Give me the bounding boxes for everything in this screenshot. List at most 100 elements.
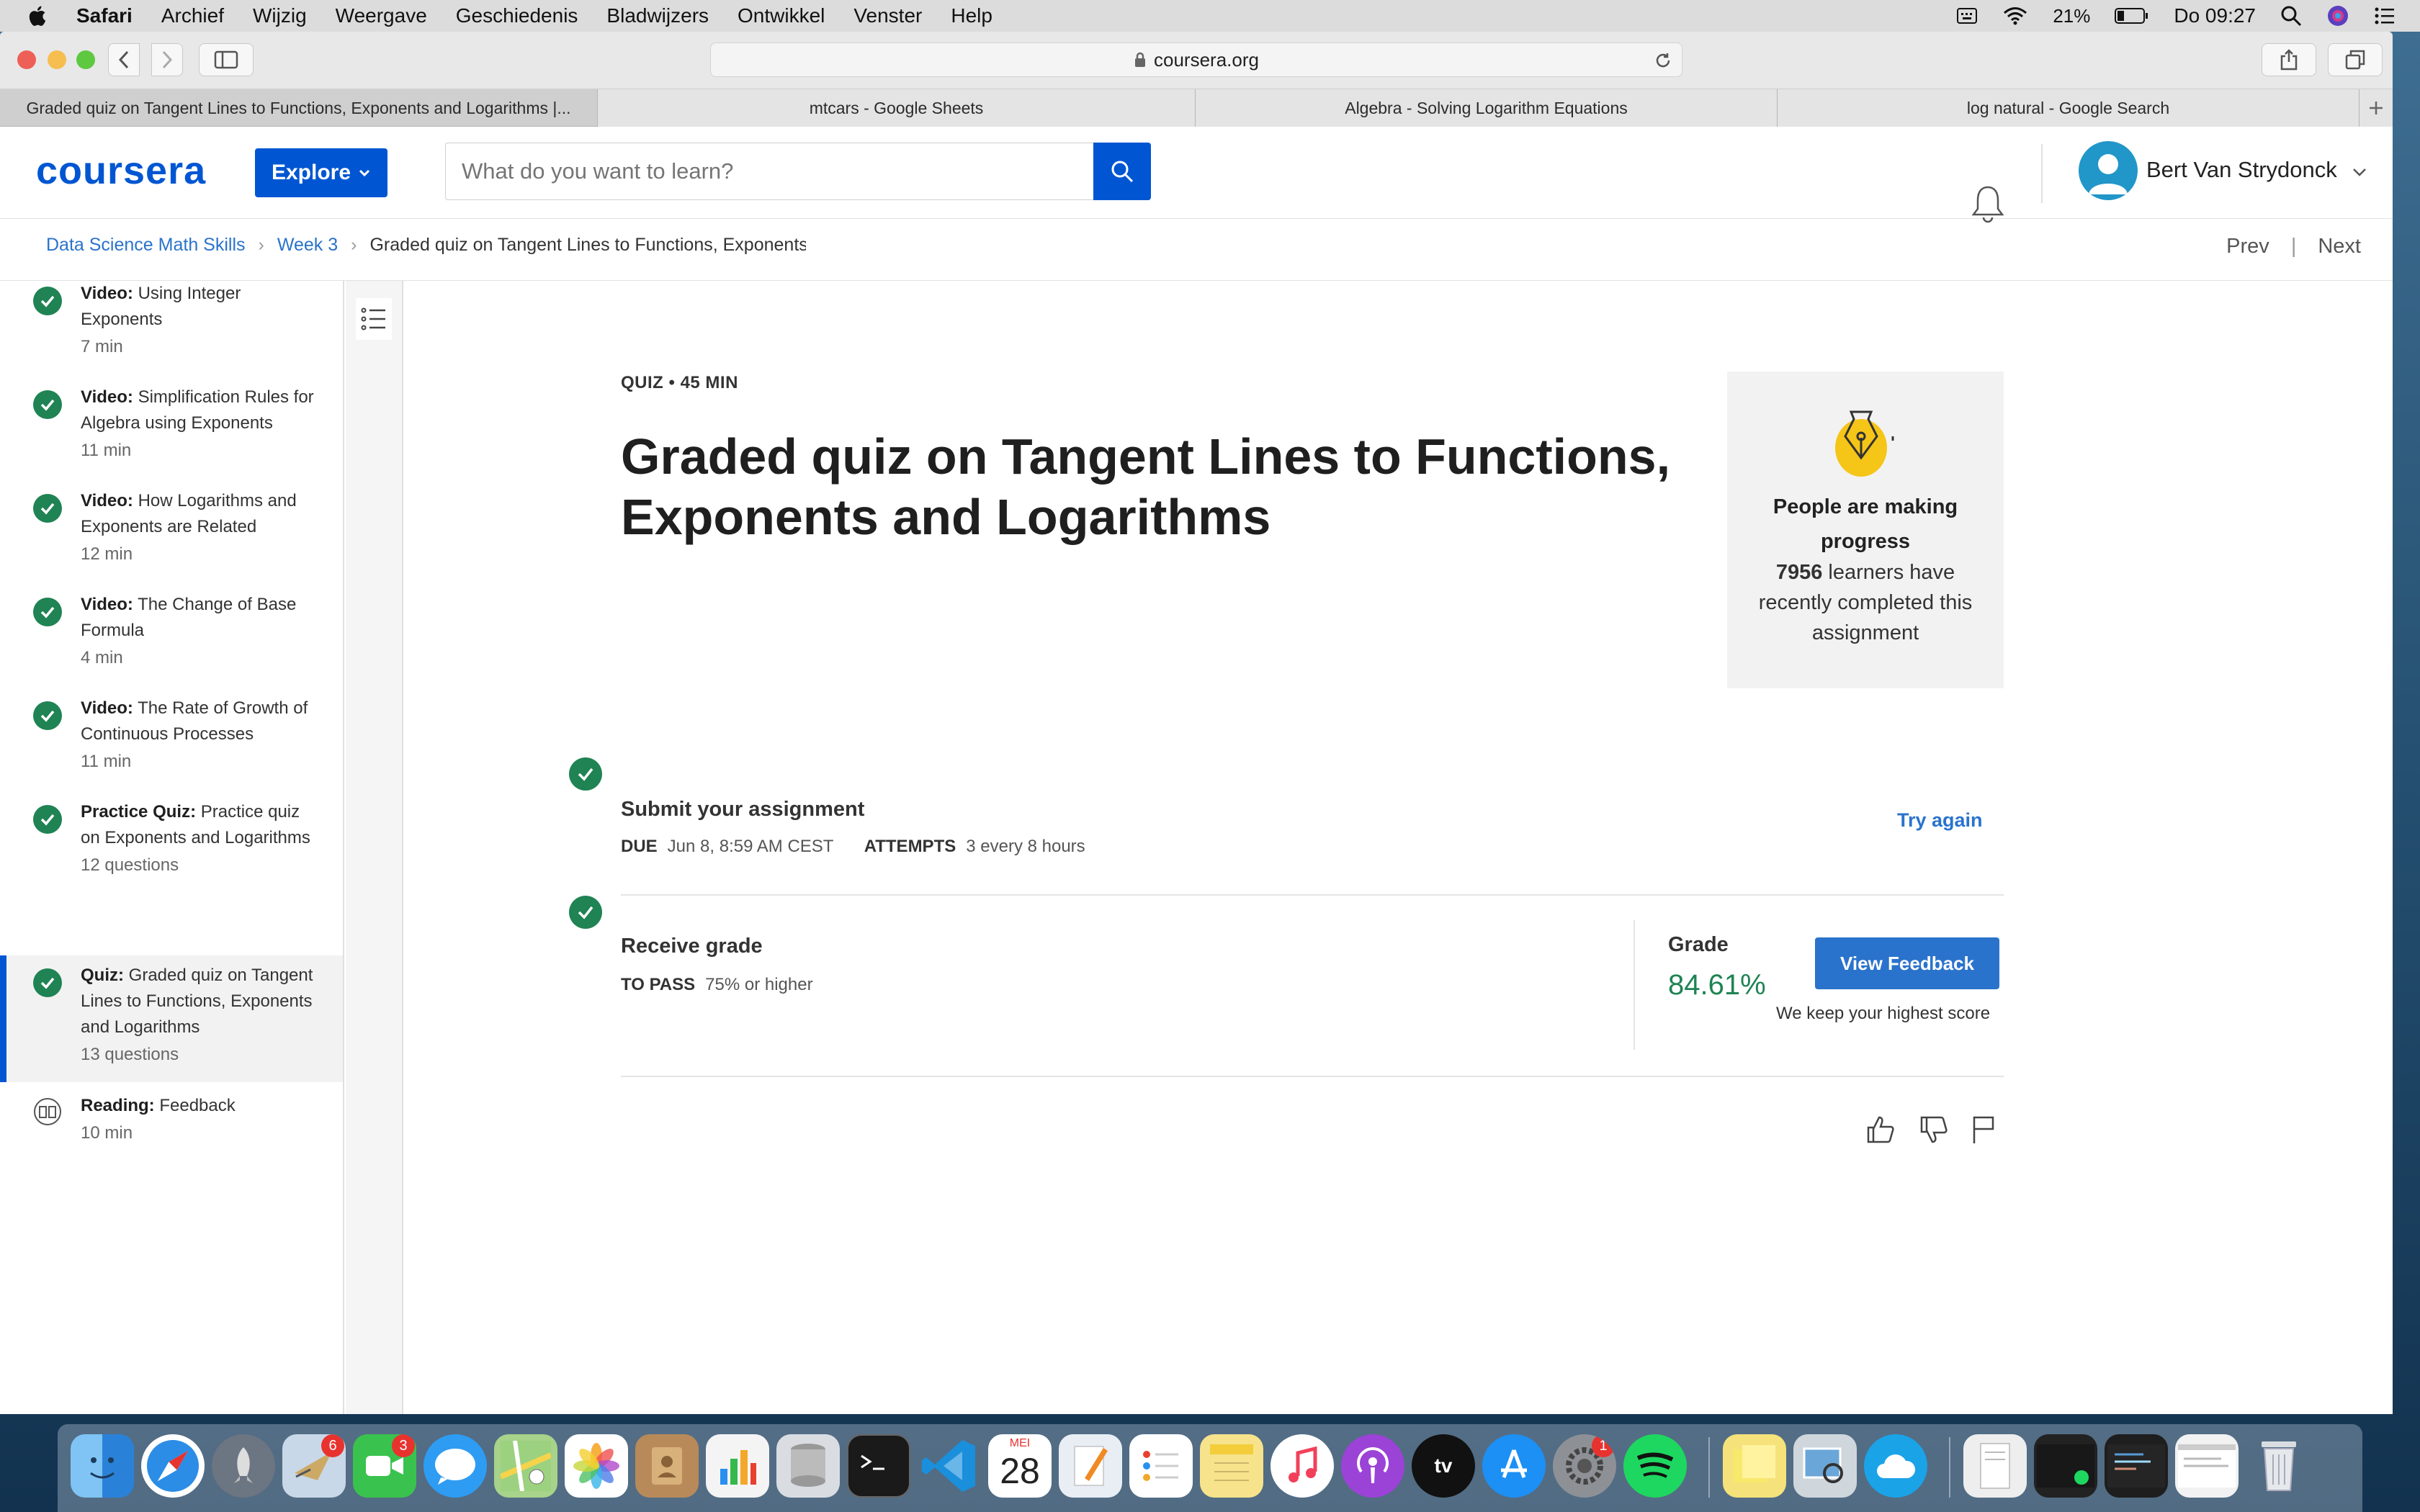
breadcrumb-separator-icon: ›	[258, 235, 264, 255]
coursera-logo[interactable]: coursera	[36, 148, 206, 193]
menu-archief[interactable]: Archief	[161, 4, 224, 27]
numbers-icon[interactable]	[706, 1434, 769, 1498]
wifi-icon[interactable]	[2002, 6, 2028, 26]
prev-link[interactable]: Prev	[2226, 235, 2269, 258]
try-again-button[interactable]: Try again	[1897, 809, 1983, 832]
finder-icon[interactable]	[71, 1434, 134, 1498]
new-tab-button[interactable]	[2360, 89, 2393, 127]
sidebar-item-video-rate-of-growth[interactable]: Video: The Rate of Growth of Continuous …	[0, 696, 343, 782]
stickies-icon[interactable]	[1723, 1434, 1786, 1498]
item-kind: Video:	[81, 387, 133, 407]
photos-icon[interactable]	[565, 1434, 628, 1498]
sidebar-item-video-integer-exponents[interactable]: Video: Using Integer Exponents 7 min	[0, 281, 343, 367]
plus-icon	[2370, 102, 2383, 114]
next-link[interactable]: Next	[2318, 235, 2361, 258]
notification-center-icon[interactable]	[2374, 6, 2396, 25]
menu-ontwikkel[interactable]: Ontwikkel	[738, 4, 825, 27]
menu-venster[interactable]: Venster	[853, 4, 922, 27]
sidebar-item-video-simplification-rules[interactable]: Video: Simplification Rules for Algebra …	[0, 384, 343, 471]
share-button[interactable]	[2262, 43, 2316, 76]
tab-overview-button[interactable]	[2328, 43, 2383, 76]
safari-icon[interactable]	[141, 1434, 205, 1498]
document-stack-icon[interactable]	[1963, 1434, 2027, 1498]
forward-button[interactable]	[151, 43, 183, 76]
breadcrumb-course[interactable]: Data Science Math Skills	[46, 235, 246, 256]
browser-tab-log-natural[interactable]: log natural - Google Search	[1778, 89, 2360, 127]
browser-window-thumbnail[interactable]	[2175, 1434, 2238, 1498]
terminal-icon[interactable]	[847, 1434, 910, 1498]
course-sidebar: Video: Using Integer Exponents 7 min Vide…	[0, 281, 344, 1414]
podcasts-icon[interactable]	[1341, 1434, 1404, 1498]
battery-percent: 21%	[2053, 4, 2091, 27]
browser-tab-algebra[interactable]: Algebra - Solving Logarithm Equations	[1196, 89, 1778, 127]
close-window-button[interactable]	[17, 50, 36, 69]
vscode-icon[interactable]	[918, 1434, 981, 1498]
back-button[interactable]	[108, 43, 140, 76]
spotlight-search-icon[interactable]	[2280, 5, 2302, 27]
search-input[interactable]	[445, 143, 1093, 200]
zoom-window-button[interactable]	[76, 50, 95, 69]
cloud-sync-icon[interactable]	[1864, 1434, 1927, 1498]
sequel-database-icon[interactable]	[776, 1434, 840, 1498]
keyboard-icon[interactable]	[1956, 6, 1978, 25]
reload-icon[interactable]	[1654, 52, 1672, 69]
sidebar-item-video-logarithms-exponents[interactable]: Video: How Logarithms and Exponents are …	[0, 488, 343, 575]
sidebar-item-reading-feedback[interactable]: Reading: Feedback 10 min	[0, 1093, 343, 1158]
menu-bladwijzers[interactable]: Bladwijzers	[606, 4, 709, 27]
view-feedback-button[interactable]: View Feedback	[1815, 937, 1999, 989]
messages-icon[interactable]	[424, 1434, 487, 1498]
menu-geschiedenis[interactable]: Geschiedenis	[456, 4, 578, 27]
reminders-icon[interactable]	[1129, 1434, 1193, 1498]
calendar-month: MEI	[1009, 1437, 1031, 1449]
launchpad-icon[interactable]	[212, 1434, 275, 1498]
toggle-outline-button[interactable]	[356, 298, 392, 340]
menu-app-safari[interactable]: Safari	[76, 4, 133, 27]
mail-icon[interactable]: 6	[282, 1434, 346, 1498]
tab-bar: Graded quiz on Tangent Lines to Function…	[0, 89, 2393, 127]
system-preferences-icon[interactable]: 1	[1553, 1434, 1616, 1498]
browser-tab-mtcars[interactable]: mtcars - Google Sheets	[598, 89, 1196, 127]
calendar-icon[interactable]: MEI 28	[988, 1434, 1052, 1498]
sidebar-toggle-button[interactable]	[199, 43, 254, 76]
thumbs-up-icon[interactable]	[1865, 1115, 1896, 1145]
thumbs-down-icon[interactable]	[1919, 1115, 1949, 1145]
siri-icon[interactable]	[2326, 4, 2349, 27]
facetime-icon[interactable]: 3	[353, 1434, 416, 1498]
sidebar-icon	[214, 50, 238, 69]
menu-help[interactable]: Help	[951, 4, 992, 27]
explore-button[interactable]: Explore	[255, 148, 387, 197]
music-icon[interactable]	[1270, 1434, 1334, 1498]
maps-icon[interactable]	[494, 1434, 557, 1498]
breadcrumb-week[interactable]: Week 3	[277, 235, 338, 256]
browser-tab-quiz[interactable]: Graded quiz on Tangent Lines to Function…	[0, 89, 598, 127]
item-kind: Video:	[81, 595, 133, 614]
item-kind: Video:	[81, 284, 133, 303]
menu-weergave[interactable]: Weergave	[336, 4, 427, 27]
battery-icon[interactable]	[2115, 7, 2149, 24]
apple-tv-icon[interactable]: tv	[1412, 1434, 1475, 1498]
contacts-icon[interactable]	[635, 1434, 699, 1498]
flag-icon[interactable]	[1971, 1115, 1996, 1145]
apple-icon[interactable]	[26, 4, 50, 28]
search-button[interactable]	[1093, 143, 1151, 200]
sidebar-item-graded-quiz[interactable]: Quiz: Graded quiz on Tangent Lines to Fu…	[0, 955, 343, 1082]
vscode-window-thumbnail[interactable]	[2105, 1434, 2168, 1498]
sidebar-item-practice-quiz[interactable]: Practice Quiz: Practice quiz on Exponent…	[0, 799, 343, 907]
notes-icon[interactable]	[1200, 1434, 1263, 1498]
address-bar[interactable]: coursera.org	[710, 42, 1682, 77]
menu-wijzig[interactable]: Wijzig	[253, 4, 307, 27]
sidebar-item-video-change-of-base[interactable]: Video: The Change of Base Formula 4 min	[0, 592, 343, 678]
pages-icon[interactable]	[1059, 1434, 1122, 1498]
clock[interactable]: Do 09:27	[2174, 4, 2256, 27]
trash-icon[interactable]	[2247, 1434, 2311, 1498]
spotify-window-thumbnail[interactable]	[2034, 1434, 2097, 1498]
user-name[interactable]: Bert Van Strydonck	[2146, 157, 2367, 183]
bell-icon[interactable]	[1971, 184, 2005, 223]
spotify-icon[interactable]	[1623, 1434, 1687, 1498]
preview-icon[interactable]	[1793, 1434, 1857, 1498]
minimize-window-button[interactable]	[48, 50, 66, 69]
app-store-icon[interactable]	[1482, 1434, 1546, 1498]
browser-toolbar: coursera.org	[0, 32, 2393, 89]
avatar[interactable]	[2079, 141, 2138, 200]
submit-meta: DUE Jun 8, 8:59 AM CEST ATTEMPTS 3 every 8…	[621, 837, 1085, 857]
